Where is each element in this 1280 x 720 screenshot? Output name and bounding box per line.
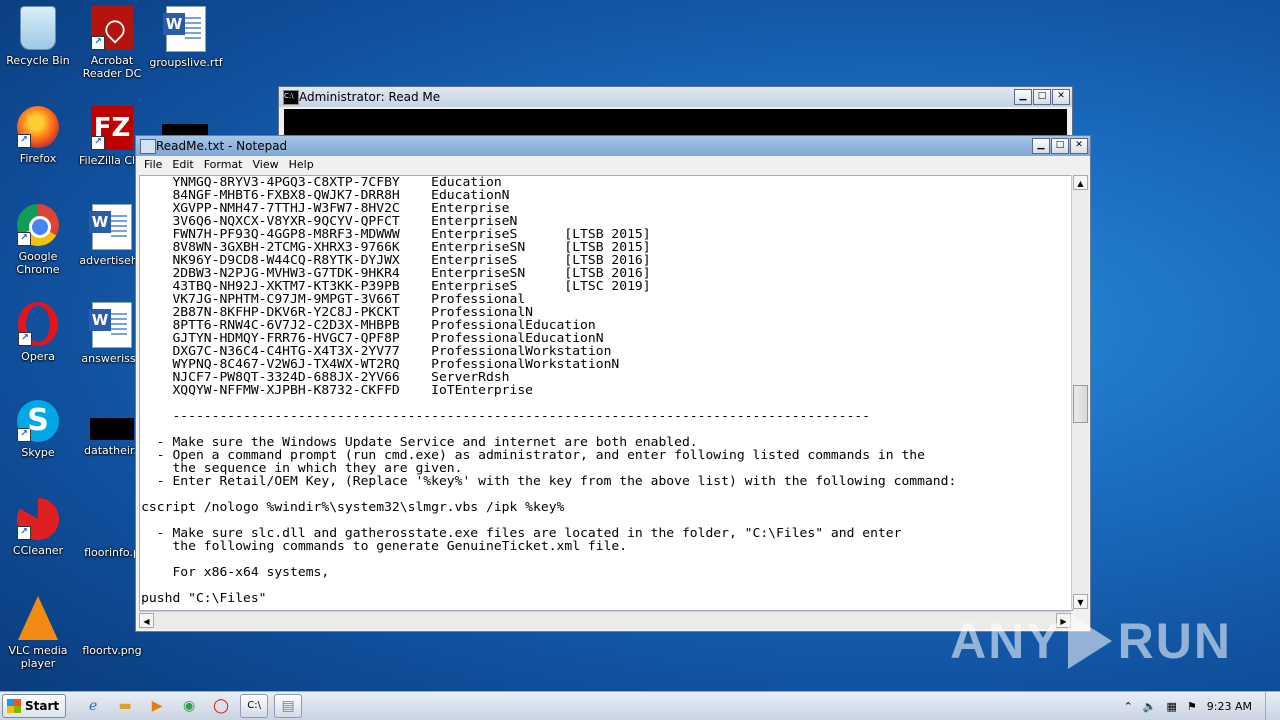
recycle-bin-icon <box>20 6 56 50</box>
desktop-icon-firefox[interactable]: ↗ Firefox <box>0 106 76 165</box>
desktop-icon-label: Acrobat Reader DC <box>82 54 142 80</box>
action-center-flag-icon[interactable]: ⚑ <box>1187 700 1197 713</box>
desktop-icon-label: Google Chrome <box>16 250 60 276</box>
close-button[interactable]: ✕ <box>1052 89 1070 105</box>
desktop-icon-acrobat[interactable]: ↗ Acrobat Reader DC <box>74 6 150 80</box>
network-icon[interactable]: ▦ <box>1167 700 1177 713</box>
scroll-thumb[interactable] <box>1073 385 1088 423</box>
ccleaner-icon: ↗ <box>17 498 59 540</box>
scroll-left-arrow-icon[interactable]: ◀ <box>139 613 154 628</box>
filezilla-icon: ↗ <box>91 106 133 150</box>
scroll-up-arrow-icon[interactable]: ▲ <box>1073 175 1088 190</box>
notepad-taskbar-icon[interactable]: ▤ <box>274 694 303 718</box>
cmd-taskbar-icon[interactable]: C:\ <box>240 694 269 718</box>
start-button[interactable]: Start <box>2 694 67 718</box>
minimize-button[interactable]: ▁ <box>1032 138 1050 154</box>
horizontal-scrollbar[interactable]: ◀ ▶ <box>139 611 1071 629</box>
scroll-down-arrow-icon[interactable]: ▼ <box>1073 594 1088 609</box>
chrome-icon: ↗ <box>17 204 59 246</box>
menu-help[interactable]: Help <box>284 156 319 174</box>
desktop-icon-label: groupslive.rtf <box>149 56 223 69</box>
desktop-icon-label: Recycle Bin <box>6 54 70 67</box>
explorer-taskbar-icon[interactable]: ▬ <box>112 695 138 717</box>
desktop-icon-label: Opera <box>21 350 55 363</box>
show-desktop-button[interactable] <box>1265 692 1280 720</box>
image-thumbnail-icon <box>90 498 134 542</box>
play-icon <box>1067 613 1112 669</box>
word-document-icon <box>89 302 132 348</box>
desktop-icon-label: Skype <box>21 446 55 459</box>
minimize-button[interactable]: ▁ <box>1014 89 1032 105</box>
notepad-icon <box>140 139 156 154</box>
notepad-window[interactable]: ReadMe.txt - Notepad ▁ □ ✕ File Edit For… <box>135 135 1091 632</box>
windows-logo-icon <box>7 699 21 713</box>
notepad-titlebar[interactable]: ReadMe.txt - Notepad ▁ □ ✕ <box>136 136 1090 156</box>
desktop-icon-vlc[interactable]: VLC media player <box>0 596 76 670</box>
desktop-icon-label: CCleaner <box>12 544 64 557</box>
media-player-taskbar-icon[interactable]: ▶ <box>144 695 170 717</box>
system-tray: ⌃ 🔈 ▦ ⚑ 9:23 AM <box>1124 692 1280 720</box>
opera-taskbar-icon[interactable]: ◯ <box>208 695 234 717</box>
close-button[interactable]: ✕ <box>1070 138 1088 154</box>
cmd-title: Administrator: Read Me <box>299 90 441 104</box>
desktop-icon-label: Firefox <box>19 152 57 165</box>
maximize-button[interactable]: □ <box>1033 89 1051 105</box>
editor-content[interactable]: YNMGQ-8RYV3-4PGQ3-C8XTP-7CFBY Education … <box>140 176 1072 605</box>
menu-file[interactable]: File <box>139 156 167 174</box>
desktop-icon-label: VLC media player <box>8 644 68 670</box>
desktop-icon-opera[interactable]: ↗ Opera <box>0 302 76 363</box>
image-thumbnail-icon <box>90 596 134 640</box>
image-thumbnail-icon <box>90 418 134 440</box>
firefox-icon: ↗ <box>17 106 59 148</box>
menu-bar: File Edit Format View Help <box>136 156 1090 174</box>
taskbar: Start ℯ ▬ ▶ ◉ ◯ C:\ ▤ ⌃ 🔈 ▦ ⚑ 9:23 AM <box>0 691 1280 720</box>
anyrun-watermark: ANY RUN <box>950 612 1232 670</box>
desktop-icon-recycle-bin[interactable]: Recycle Bin <box>0 6 76 67</box>
desktop-icon-groupslive[interactable]: groupslive.rtf <box>148 6 224 69</box>
desktop-icon-ccleaner[interactable]: ↗ CCleaner <box>0 498 76 557</box>
start-label: Start <box>25 699 60 713</box>
opera-icon: ↗ <box>18 302 58 346</box>
menu-edit[interactable]: Edit <box>167 156 198 174</box>
menu-format[interactable]: Format <box>199 156 248 174</box>
text-editor[interactable]: YNMGQ-8RYV3-4PGQ3-C8XTP-7CFBY Education … <box>139 175 1073 611</box>
notepad-title: ReadMe.txt - Notepad <box>156 139 288 153</box>
desktop-icon-label: floortv.png <box>82 644 142 657</box>
acrobat-icon: ↗ <box>91 6 133 50</box>
desktop-icon-skype[interactable]: ↗ Skype <box>0 400 76 459</box>
maximize-button[interactable]: □ <box>1051 138 1069 154</box>
show-hidden-icons-icon[interactable]: ⌃ <box>1124 700 1133 713</box>
watermark-left: ANY <box>950 613 1062 669</box>
vlc-icon <box>18 596 58 640</box>
volume-icon[interactable]: 🔈 <box>1143 700 1157 713</box>
word-document-icon <box>89 204 132 250</box>
ie-taskbar-icon[interactable]: ℯ <box>80 695 106 717</box>
watermark-right: RUN <box>1117 613 1232 669</box>
cmd-titlebar[interactable]: C:\ Administrator: Read Me ▁ □ ✕ <box>279 87 1072 107</box>
word-document-icon <box>163 6 206 52</box>
skype-icon: ↗ <box>17 400 59 442</box>
cmd-icon: C:\ <box>283 90 299 105</box>
chrome-taskbar-icon[interactable]: ◉ <box>176 695 202 717</box>
menu-view[interactable]: View <box>248 156 284 174</box>
vertical-scrollbar[interactable]: ▲ ▼ <box>1071 175 1089 609</box>
desktop-icon-chrome[interactable]: ↗ Google Chrome <box>0 204 76 276</box>
clock[interactable]: 9:23 AM <box>1207 700 1252 713</box>
